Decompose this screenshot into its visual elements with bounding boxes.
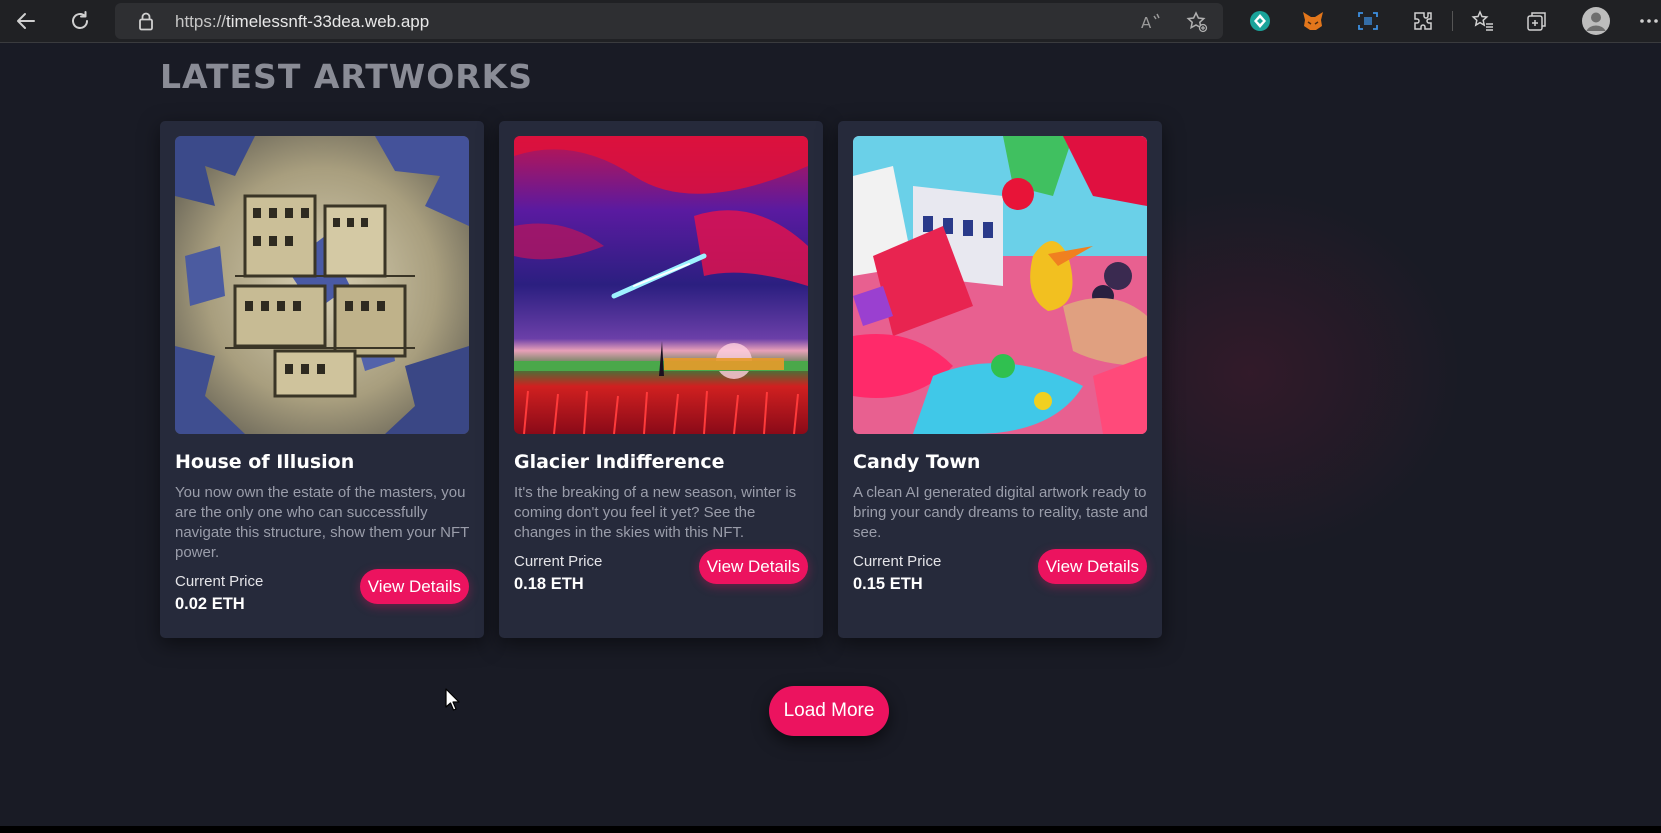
collections-icon[interactable] — [1524, 8, 1550, 34]
extension-green-icon[interactable] — [1247, 8, 1273, 34]
bottom-border — [0, 826, 1661, 833]
card-description: It's the breaking of a new season, winte… — [514, 484, 797, 541]
card-description: You now own the estate of the masters, y… — [175, 484, 470, 561]
read-aloud-icon[interactable]: A — [1139, 10, 1163, 34]
section-title: LATEST ARTWORKS — [160, 57, 534, 96]
price-value: 0.18 ETH — [514, 575, 584, 593]
view-details-button[interactable]: View Details — [698, 549, 808, 584]
page-content: LATEST ARTWORKS House of Illusion You no… — [0, 43, 1661, 826]
refresh-icon[interactable] — [66, 7, 94, 35]
mouse-cursor-icon — [445, 688, 461, 717]
profile-icon[interactable] — [1580, 5, 1612, 37]
browser-toolbar: https://timelessnft-33dea.web.app A — [0, 0, 1661, 43]
card-title: House of Illusion — [175, 451, 355, 473]
load-more-button[interactable]: Load More — [769, 686, 889, 736]
card-title: Glacier Indifference — [514, 451, 725, 473]
screen-capture-icon[interactable] — [1355, 8, 1381, 34]
favorites-icon[interactable] — [1470, 8, 1496, 34]
more-icon[interactable] — [1636, 8, 1661, 34]
url-scheme: https:// — [175, 12, 227, 31]
artwork-image[interactable] — [853, 136, 1147, 434]
card-description: A clean AI generated digital artwork rea… — [853, 484, 1148, 541]
artwork-image[interactable] — [514, 136, 808, 434]
price-value: 0.15 ETH — [853, 575, 923, 593]
extensions-icon[interactable] — [1410, 8, 1436, 34]
price-value: 0.02 ETH — [175, 595, 245, 613]
add-favorite-icon[interactable] — [1185, 10, 1209, 34]
svg-text:A: A — [1141, 14, 1152, 32]
lock-icon[interactable] — [137, 11, 155, 36]
view-details-button[interactable]: View Details — [1037, 549, 1147, 584]
view-details-button[interactable]: View Details — [359, 569, 469, 604]
card-title: Candy Town — [853, 451, 981, 473]
artwork-image[interactable] — [175, 136, 469, 434]
artwork-card-candy-town: Candy Town A clean AI generated digital … — [838, 121, 1162, 638]
price-label: Current Price — [853, 553, 942, 570]
address-bar[interactable]: https://timelessnft-33dea.web.app A — [115, 3, 1223, 39]
metamask-icon[interactable] — [1300, 8, 1326, 34]
back-arrow-icon[interactable] — [12, 7, 40, 35]
url-host: timelessnft-33dea.web.app — [226, 12, 430, 31]
price-label: Current Price — [175, 573, 264, 590]
toolbar-divider — [1452, 11, 1453, 31]
artwork-card-glacier-indifference: Glacier Indifference It's the breaking o… — [499, 121, 823, 638]
url-text[interactable]: https://timelessnft-33dea.web.app — [175, 12, 429, 32]
artwork-card-house-of-illusion: House of Illusion You now own the estate… — [160, 121, 484, 638]
price-label: Current Price — [514, 553, 603, 570]
